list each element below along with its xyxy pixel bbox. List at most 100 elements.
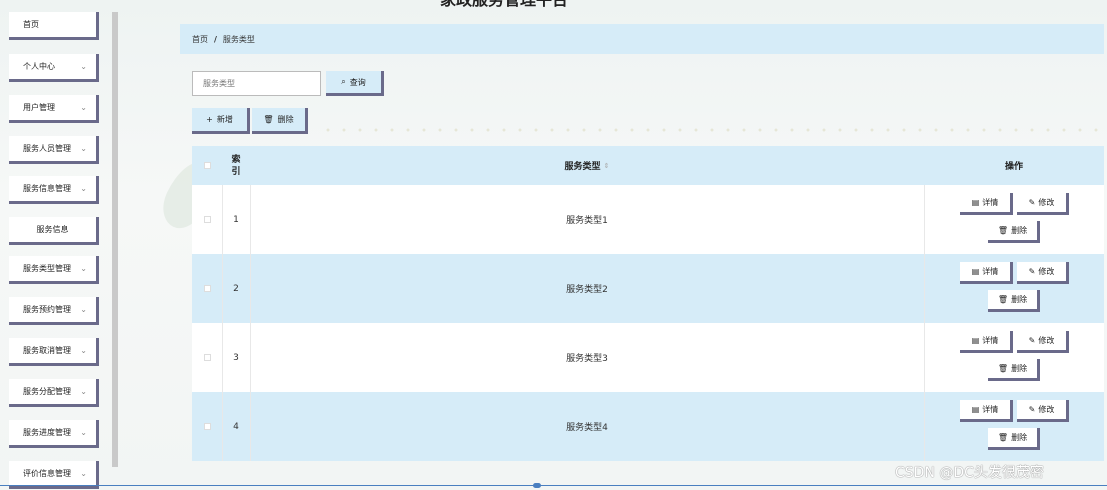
edit-label: 修改 xyxy=(1038,198,1055,207)
checkbox-icon xyxy=(203,162,211,169)
column-header-actions: 操作 xyxy=(1004,162,1023,172)
watermark: CSDN @DC头发很茂密 xyxy=(895,465,1044,481)
sidebar-item-1[interactable]: 个人中心 ⌄ xyxy=(9,54,99,82)
trash-icon: 🗑 xyxy=(997,226,1009,235)
trash-icon: 🗑 xyxy=(997,364,1009,373)
breadcrumb-home[interactable]: 首页 xyxy=(192,34,208,45)
sidebar-item-2[interactable]: 用户管理 ⌄ xyxy=(9,95,99,123)
row-type: 服务类型2 xyxy=(566,285,608,295)
column-divider xyxy=(924,392,925,461)
sidebar-item-3[interactable]: 服务人员管理 ⌄ xyxy=(9,136,99,164)
row-checkbox[interactable] xyxy=(192,323,222,392)
sidebar-item-5[interactable]: 服务信息 xyxy=(9,217,99,245)
sidebar-item-9[interactable]: 服务分配管理 ⌄ xyxy=(9,379,99,407)
sidebar-item-label: 服务进度管理 xyxy=(23,428,71,437)
delete-label: 删除 xyxy=(1011,433,1028,442)
row-index: 3 xyxy=(233,352,239,363)
bottom-progress-line xyxy=(0,485,1107,486)
chevron-down-icon: ⌄ xyxy=(80,184,87,193)
table-row: 2 服务类型2 ▤ 详情 ✎ 修改 🗑 删除 xyxy=(192,254,1104,323)
chevron-down-icon: ⌄ xyxy=(80,103,87,112)
edit-button[interactable]: ✎ 修改 xyxy=(1017,331,1069,353)
pencil-icon: ✎ xyxy=(1028,336,1036,345)
trash-icon: 🗑 xyxy=(263,115,274,124)
sidebar-item-8[interactable]: 服务取消管理 ⌄ xyxy=(9,338,99,366)
bulk-delete-label: 删除 xyxy=(277,115,294,124)
edit-button[interactable]: ✎ 修改 xyxy=(1017,193,1069,215)
chevron-down-icon: ⌄ xyxy=(80,428,87,437)
detail-button[interactable]: ▤ 详情 xyxy=(960,331,1013,353)
edit-label: 修改 xyxy=(1038,336,1055,345)
row-checkbox[interactable] xyxy=(192,254,222,323)
edit-button[interactable]: ✎ 修改 xyxy=(1017,400,1069,422)
detail-button[interactable]: ▤ 详情 xyxy=(960,400,1013,422)
chevron-down-icon: ⌄ xyxy=(80,264,87,273)
column-divider xyxy=(924,323,925,392)
add-button[interactable]: + 新增 xyxy=(192,108,250,134)
sidebar-item-4[interactable]: 服务信息管理 ⌄ xyxy=(9,176,99,204)
row-type: 服务类型3 xyxy=(566,354,608,364)
sidebar-item-label: 服务信息 xyxy=(36,225,69,234)
checkbox-icon xyxy=(203,216,211,223)
sidebar-item-6[interactable]: 服务类型管理 ⌄ xyxy=(9,256,99,284)
table-header: 索 引 服务类型 ⇕ 操作 xyxy=(192,146,1104,185)
sidebar-item-label: 评价信息管理 xyxy=(23,469,71,478)
column-header-index: 索 引 xyxy=(231,154,241,177)
chevron-down-icon: ⌄ xyxy=(80,62,87,71)
detail-label: 详情 xyxy=(982,198,999,207)
sidebar-item-label: 个人中心 xyxy=(23,62,55,71)
add-button-label: 新增 xyxy=(216,115,233,124)
checkbox-icon xyxy=(203,285,211,292)
document-icon: ▤ xyxy=(971,405,980,414)
table-row: 4 服务类型4 ▤ 详情 ✎ 修改 🗑 删除 xyxy=(192,392,1104,461)
search-button[interactable]: ⌕ 查询 xyxy=(326,71,384,96)
sidebar-item-10[interactable]: 服务进度管理 ⌄ xyxy=(9,420,99,448)
row-type: 服务类型4 xyxy=(566,423,608,433)
sidebar-item-0[interactable]: 首页 xyxy=(9,12,99,40)
bottom-progress-handle[interactable] xyxy=(533,483,541,488)
bulk-delete-button[interactable]: 🗑 删除 xyxy=(252,108,308,134)
detail-button[interactable]: ▤ 详情 xyxy=(960,193,1013,215)
delete-button[interactable]: 🗑 删除 xyxy=(988,290,1040,312)
sidebar-item-7[interactable]: 服务预约管理 ⌄ xyxy=(9,297,99,325)
trash-icon: 🗑 xyxy=(997,433,1009,442)
sidebar-item-label: 服务取消管理 xyxy=(23,346,71,355)
detail-label: 详情 xyxy=(982,405,999,414)
detail-button[interactable]: ▤ 详情 xyxy=(960,262,1013,284)
column-header-type-label: 服务类型 xyxy=(564,162,601,172)
edit-label: 修改 xyxy=(1038,267,1055,276)
search-icon: ⌕ xyxy=(341,77,346,86)
edit-label: 修改 xyxy=(1038,405,1055,414)
sidebar-item-label: 服务类型管理 xyxy=(23,264,71,273)
delete-label: 删除 xyxy=(1011,364,1028,373)
row-index: 1 xyxy=(233,214,239,225)
document-icon: ▤ xyxy=(971,198,980,207)
header-select-all[interactable] xyxy=(192,146,222,185)
checkbox-icon xyxy=(203,354,211,361)
plus-icon: + xyxy=(206,115,213,124)
delete-button[interactable]: 🗑 删除 xyxy=(988,359,1040,381)
table-row: 3 服务类型3 ▤ 详情 ✎ 修改 🗑 删除 xyxy=(192,323,1104,392)
delete-button[interactable]: 🗑 删除 xyxy=(988,221,1040,243)
search-input[interactable] xyxy=(192,71,321,96)
row-checkbox[interactable] xyxy=(192,392,222,461)
sidebar-item-label: 首页 xyxy=(23,20,39,29)
row-index: 4 xyxy=(233,421,239,432)
chevron-down-icon: ⌄ xyxy=(80,346,87,355)
row-checkbox[interactable] xyxy=(192,185,222,254)
sort-icon[interactable]: ⇕ xyxy=(604,162,610,170)
sidebar-item-label: 服务人员管理 xyxy=(23,144,71,153)
chevron-down-icon: ⌄ xyxy=(80,305,87,314)
delete-button[interactable]: 🗑 删除 xyxy=(988,428,1040,450)
edit-button[interactable]: ✎ 修改 xyxy=(1017,262,1069,284)
delete-label: 删除 xyxy=(1011,226,1028,235)
document-icon: ▤ xyxy=(971,336,980,345)
checkbox-icon xyxy=(203,423,211,430)
column-header-type[interactable]: 服务类型 ⇕ xyxy=(250,146,924,185)
detail-label: 详情 xyxy=(982,336,999,345)
column-divider xyxy=(924,185,925,254)
pencil-icon: ✎ xyxy=(1028,267,1036,276)
sidebar-scrollbar[interactable] xyxy=(112,12,118,467)
pencil-icon: ✎ xyxy=(1028,405,1036,414)
page-title: 家政服务管理平台 xyxy=(440,0,568,10)
